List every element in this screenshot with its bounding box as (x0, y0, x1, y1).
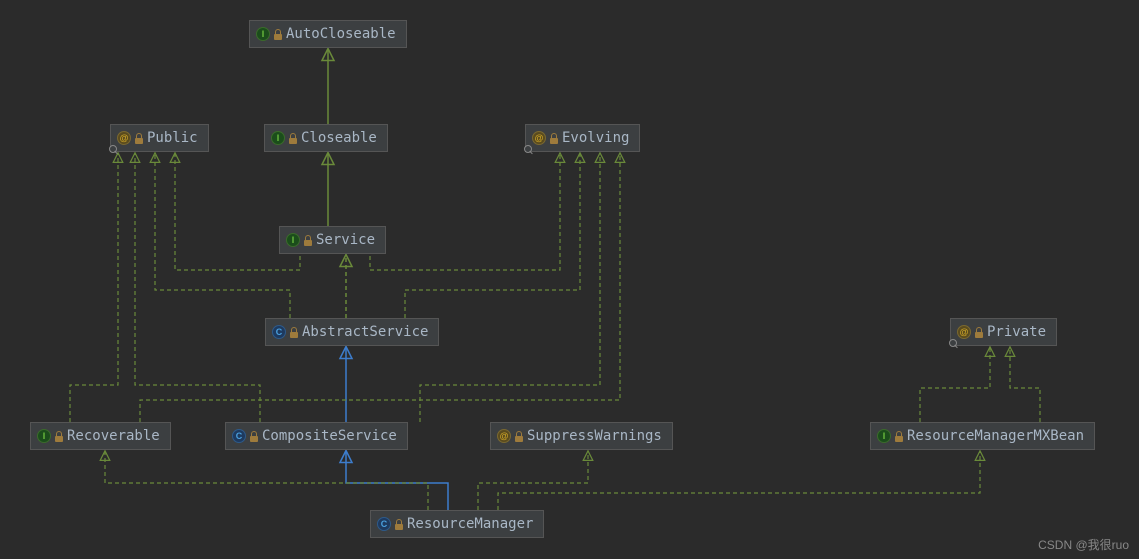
class-icon (232, 429, 246, 443)
node-suppresswarnings[interactable]: SuppressWarnings (490, 422, 673, 450)
lock-icon (514, 431, 524, 442)
node-resourcemanager[interactable]: ResourceManager (370, 510, 544, 538)
lock-icon (288, 133, 298, 144)
lock-icon (394, 519, 404, 530)
interface-icon (37, 429, 51, 443)
node-label: ResourceManagerMXBean (907, 428, 1084, 444)
node-label: Evolving (562, 130, 629, 146)
node-label: AutoCloseable (286, 26, 396, 42)
node-compositeservice[interactable]: CompositeService (225, 422, 408, 450)
node-closeable[interactable]: Closeable (264, 124, 388, 152)
class-icon (272, 325, 286, 339)
lock-icon (54, 431, 64, 442)
connector-layer (0, 0, 1139, 559)
node-label: Closeable (301, 130, 377, 146)
node-service[interactable]: Service (279, 226, 386, 254)
interface-icon (256, 27, 270, 41)
lock-icon (549, 133, 559, 144)
lock-icon (303, 235, 313, 246)
node-recoverable[interactable]: Recoverable (30, 422, 171, 450)
watermark: CSDN @我很ruo (1038, 536, 1129, 553)
node-evolving[interactable]: Evolving (525, 124, 640, 152)
node-label: Service (316, 232, 375, 248)
node-autocloseable[interactable]: AutoCloseable (249, 20, 407, 48)
interface-icon (877, 429, 891, 443)
interface-icon (286, 233, 300, 247)
node-private[interactable]: Private (950, 318, 1057, 346)
node-abstractservice[interactable]: AbstractService (265, 318, 439, 346)
node-label: Public (147, 130, 198, 146)
annotation-icon (957, 325, 971, 339)
node-public[interactable]: Public (110, 124, 209, 152)
lock-icon (249, 431, 259, 442)
annotation-icon (117, 131, 131, 145)
annotation-icon (497, 429, 511, 443)
node-label: SuppressWarnings (527, 428, 662, 444)
node-label: Recoverable (67, 428, 160, 444)
lock-icon (289, 327, 299, 338)
lock-icon (974, 327, 984, 338)
node-label: Private (987, 324, 1046, 340)
lock-icon (273, 29, 283, 40)
node-label: AbstractService (302, 324, 428, 340)
node-resourcemgrmxbean[interactable]: ResourceManagerMXBean (870, 422, 1095, 450)
lock-icon (134, 133, 144, 144)
class-icon (377, 517, 391, 531)
node-label: CompositeService (262, 428, 397, 444)
annotation-icon (532, 131, 546, 145)
interface-icon (271, 131, 285, 145)
lock-icon (894, 431, 904, 442)
node-label: ResourceManager (407, 516, 533, 532)
